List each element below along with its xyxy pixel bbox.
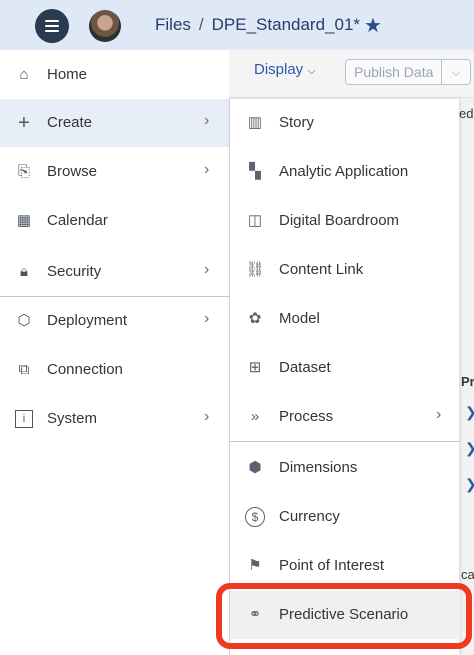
favorite-star-icon[interactable]: ★ (364, 13, 382, 38)
link-icon: ⛓︎ (245, 261, 265, 278)
submenu-item-label: Story (279, 114, 315, 131)
plus-icon: + (18, 112, 30, 134)
document-title: DPE_Standard_01* (211, 15, 361, 34)
digital-boardroom-icon: ◫ (247, 212, 263, 229)
create-submenu: ▥ Story ▚ Analytic Application ◫ Digital… (229, 99, 460, 655)
currency-icon: $ (245, 507, 265, 527)
submenu-item-label: Dataset (279, 359, 331, 376)
breadcrumb-separator: / (198, 15, 204, 34)
submenu-item-label: Content Link (279, 261, 364, 278)
nav-item-label: Home (47, 66, 88, 83)
display-button-label: Display (254, 61, 304, 78)
row-expand-icon[interactable]: ❯ (465, 404, 474, 421)
nav-item-deployment[interactable]: ⬡ Deployment › (0, 297, 229, 345)
side-navigation: ⌂ Home + Create › ⎘ Browse › ▦ Calendar … (0, 50, 229, 655)
background-text-fragment: edi (459, 106, 474, 121)
breadcrumb-files-link[interactable]: Files (155, 15, 191, 34)
row-expand-icon[interactable]: ❯ (465, 476, 474, 493)
nav-item-calendar[interactable]: ▦ Calendar (0, 197, 229, 245)
chevron-right-icon: › (204, 112, 210, 129)
shell-header: Files / DPE_Standard_01* ★ (0, 0, 474, 50)
submenu-item-story[interactable]: ▥ Story (230, 99, 460, 147)
dimensions-icon: ⬢ (248, 459, 262, 476)
chevron-right-icon: › (436, 406, 442, 423)
nav-item-connection[interactable]: ⧉ Connection (0, 346, 229, 394)
user-avatar[interactable] (89, 10, 121, 42)
submenu-item-label: Model (279, 310, 320, 327)
background-column-header: Pr (461, 374, 474, 389)
flag-icon: ⚑ (248, 557, 262, 574)
submenu-divider (230, 441, 460, 442)
story-icon: ▥ (247, 114, 263, 131)
browse-icon: ⎘ (17, 163, 30, 180)
submenu-item-dimensions[interactable]: ⬢ Dimensions (230, 444, 460, 492)
nav-item-label: Browse (47, 163, 98, 180)
nav-item-label: Connection (47, 361, 123, 378)
submenu-item-label: Process (279, 408, 334, 425)
nav-item-label: System (47, 410, 98, 427)
display-button[interactable]: Display ⌵ (254, 61, 316, 78)
chevron-right-icon: › (204, 161, 210, 178)
submenu-item-label: Point of Interest (279, 557, 385, 574)
nav-item-label: Create (47, 114, 93, 131)
connection-icon: ⧉ (18, 361, 30, 378)
nav-item-label: Deployment (47, 312, 128, 329)
submenu-item-analytic-application[interactable]: ▚ Analytic Application (230, 148, 460, 196)
chevron-down-icon: ⌵ (307, 65, 316, 77)
chevron-right-icon: › (204, 310, 210, 327)
nav-item-label: Calendar (47, 212, 108, 229)
submenu-item-digital-boardroom[interactable]: ◫ Digital Boardroom (230, 197, 460, 245)
calendar-icon: ▦ (16, 212, 32, 229)
lock-icon: 🔒︎ (20, 263, 28, 280)
submenu-item-content-link[interactable]: ⛓︎ Content Link (230, 246, 460, 294)
home-icon: ⌂ (19, 66, 29, 83)
dataset-icon: ⊞ (248, 359, 262, 376)
nav-item-browse[interactable]: ⎘ Browse › (0, 148, 229, 196)
nav-item-security[interactable]: 🔒︎ Security › (0, 248, 229, 296)
model-icon: ✿ (248, 310, 262, 327)
row-expand-icon[interactable]: ❯ (465, 440, 474, 457)
deployment-icon: ⬡ (17, 312, 31, 329)
nav-item-home[interactable]: ⌂ Home (0, 51, 229, 99)
nav-item-label: Security (47, 263, 102, 280)
background-text-fragment: ca (461, 567, 474, 582)
submenu-item-process[interactable]: » Process › (230, 393, 460, 441)
publish-dropdown-chevron-icon[interactable]: ⌵ (441, 59, 471, 85)
submenu-item-dataset[interactable]: ⊞ Dataset (230, 344, 460, 392)
nav-item-system[interactable]: i System › (0, 395, 229, 443)
info-icon: i (15, 410, 33, 428)
process-icon: » (250, 408, 260, 425)
nav-item-create[interactable]: + Create › (0, 99, 229, 147)
submenu-item-label: Currency (279, 508, 340, 525)
hamburger-menu-button[interactable] (35, 9, 69, 43)
submenu-item-label: Analytic Application (279, 163, 409, 180)
submenu-item-currency[interactable]: $ Currency (230, 493, 460, 541)
submenu-item-label: Digital Boardroom (279, 212, 400, 229)
analytic-application-icon: ▚ (249, 163, 261, 180)
chevron-right-icon: › (204, 261, 210, 278)
chevron-right-icon: › (204, 408, 210, 425)
highlight-annotation-box (216, 583, 472, 649)
publish-data-button[interactable]: Publish Data (345, 59, 441, 85)
submenu-item-model[interactable]: ✿ Model (230, 295, 460, 343)
submenu-item-label: Dimensions (279, 459, 358, 476)
breadcrumb: Files / DPE_Standard_01* (155, 15, 360, 35)
